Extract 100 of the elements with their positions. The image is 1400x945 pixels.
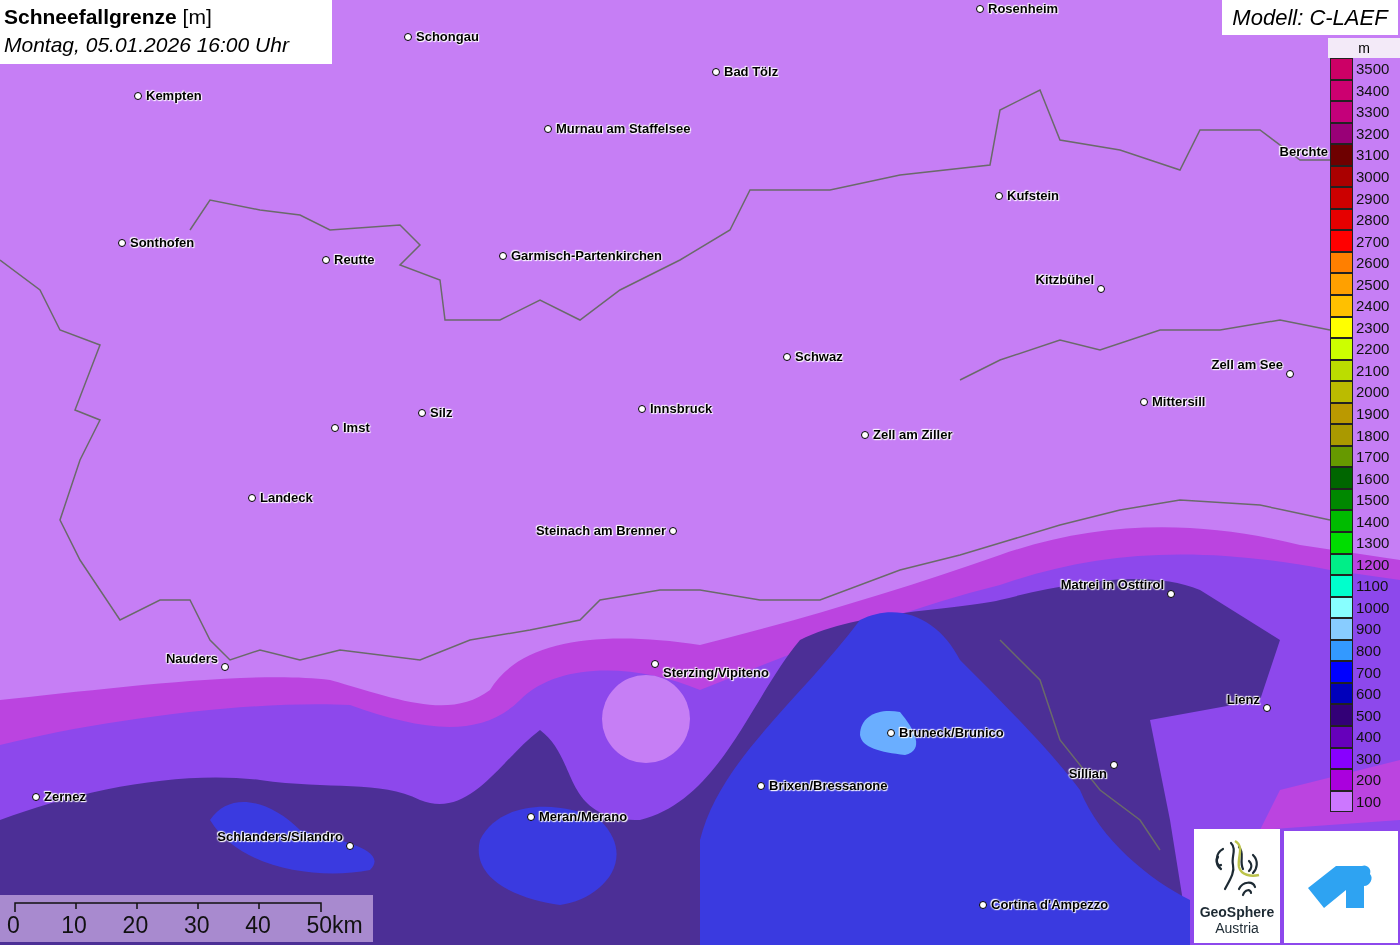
city-label: Schlanders/Silandro: [217, 829, 343, 845]
legend-label: 2200: [1356, 340, 1390, 358]
city-marker-icon: [117, 238, 126, 247]
legend-label: 1000: [1356, 598, 1390, 616]
legend-unit: m: [1328, 38, 1400, 58]
legend-label: 2300: [1356, 318, 1390, 336]
city-marker-icon: [403, 32, 412, 41]
city-marker-icon: [1166, 589, 1175, 598]
city-marker-icon: [133, 91, 142, 100]
city-label: Sonthofen: [130, 235, 195, 251]
map-title: Schneefallgrenze [m]: [4, 4, 213, 30]
city-marker-icon: [220, 662, 229, 671]
legend-label: 2400: [1356, 297, 1390, 315]
scale-label: 0: [7, 912, 20, 939]
legend-label: 3400: [1356, 81, 1390, 99]
legend-label: 1200: [1356, 555, 1390, 573]
city-label: Schongau: [416, 29, 479, 45]
legend-label: 1500: [1356, 491, 1390, 509]
legend-label: 1600: [1356, 469, 1390, 487]
city-label: Brixen/Bressanone: [769, 778, 888, 794]
scale-label: 10: [61, 912, 87, 939]
city-label: Zernez: [44, 789, 86, 805]
city-label: Sillian: [1068, 766, 1107, 782]
legend-label: 2700: [1356, 232, 1390, 250]
logo-subname: Austria: [1215, 920, 1259, 936]
legend-label: 2100: [1356, 361, 1390, 379]
city-label: Imst: [343, 420, 370, 436]
legend-label: 1700: [1356, 448, 1390, 466]
city-marker-icon: [543, 124, 552, 133]
city-label: Zell am Ziller: [873, 427, 953, 443]
city-label: Zell am See: [1211, 357, 1283, 373]
legend-label: 1100: [1356, 577, 1389, 595]
city-label: Nauders: [165, 651, 218, 667]
city-marker-icon: [1285, 369, 1294, 378]
city-marker-icon: [1262, 703, 1271, 712]
legend-label: 700: [1356, 663, 1382, 681]
legend-label: 400: [1356, 728, 1382, 746]
city-label: Garmisch-Partenkirchen: [511, 248, 662, 264]
legend-label: 900: [1356, 620, 1382, 638]
city-label: Rosenheim: [988, 1, 1059, 17]
city-label: Landeck: [260, 490, 313, 506]
city-label: Innsbruck: [650, 401, 713, 417]
legend-label: 1800: [1356, 426, 1390, 444]
city-label: Mittersill: [1152, 394, 1206, 410]
scale-label: 40: [245, 912, 271, 939]
city-marker-icon: [782, 352, 791, 361]
city-marker-icon: [321, 255, 330, 264]
city-marker-icon: [756, 781, 765, 790]
city-marker-icon: [1109, 760, 1118, 769]
city-label: Reutte: [334, 252, 375, 268]
city-marker-icon: [711, 67, 720, 76]
city-label: Murnau am Staffelsee: [556, 121, 691, 137]
city-marker-icon: [498, 251, 507, 260]
city-marker-icon: [668, 526, 677, 535]
logo-name: GeoSphere: [1199, 904, 1275, 920]
city-label: Silz: [430, 405, 453, 421]
city-marker-icon: [345, 841, 354, 850]
legend-label: 3500: [1356, 60, 1390, 78]
city-marker-icon: [978, 900, 987, 909]
city-label: Sterzing/Vipiteno: [663, 665, 769, 681]
legend-label: 2500: [1356, 275, 1390, 293]
city-label: Meran/Merano: [539, 809, 628, 825]
city-label: Bruneck/Brunico: [899, 725, 1004, 741]
legend-label: 3200: [1356, 124, 1390, 142]
legend-label: 3100: [1356, 146, 1390, 164]
city-label: Kufstein: [1007, 188, 1059, 204]
city-marker-icon: [994, 191, 1003, 200]
legend-label: 800: [1356, 642, 1382, 660]
legend-label: 2800: [1356, 211, 1390, 229]
legend-label: 500: [1356, 706, 1382, 724]
city-marker-icon: [31, 792, 40, 801]
legend-label: 1400: [1356, 512, 1390, 530]
city-label: Steinach am Brenner: [535, 523, 666, 539]
scale-label: 50km: [306, 912, 363, 939]
city-marker-icon: [860, 430, 869, 439]
city-label: Bad Tölz: [724, 64, 779, 80]
legend-label: 100: [1356, 792, 1382, 810]
scale-label: 30: [183, 912, 210, 939]
city-marker-icon: [650, 659, 659, 668]
city-label: Lienz: [1226, 692, 1260, 708]
legend-label: 1900: [1356, 405, 1390, 422]
city-marker-icon: [1096, 284, 1105, 293]
legend-label: 2000: [1356, 383, 1390, 401]
city-label: Berchte: [1279, 144, 1328, 160]
legend-label: 3000: [1356, 168, 1390, 185]
city-label: Cortina d'Ampezzo: [991, 897, 1109, 913]
scale-label: 20: [122, 912, 149, 939]
city-marker-icon: [417, 408, 426, 417]
city-marker-icon: [1139, 397, 1148, 406]
model-label: Modell: C-LAEF: [1222, 0, 1398, 35]
cloud-roof-logo-icon: [1308, 864, 1374, 910]
city-label: Kempten: [146, 88, 202, 104]
legend-label: 1300: [1356, 534, 1390, 552]
city-marker-icon: [526, 812, 535, 821]
city-label: Kitzbühel: [1035, 272, 1094, 288]
legend-label: 2600: [1356, 254, 1390, 272]
city-marker-icon: [975, 4, 984, 13]
city-marker-icon: [637, 404, 646, 413]
legend-label: 3300: [1356, 103, 1390, 121]
map-date: Montag, 05.01.2026 16:00 Uhr: [4, 32, 291, 58]
